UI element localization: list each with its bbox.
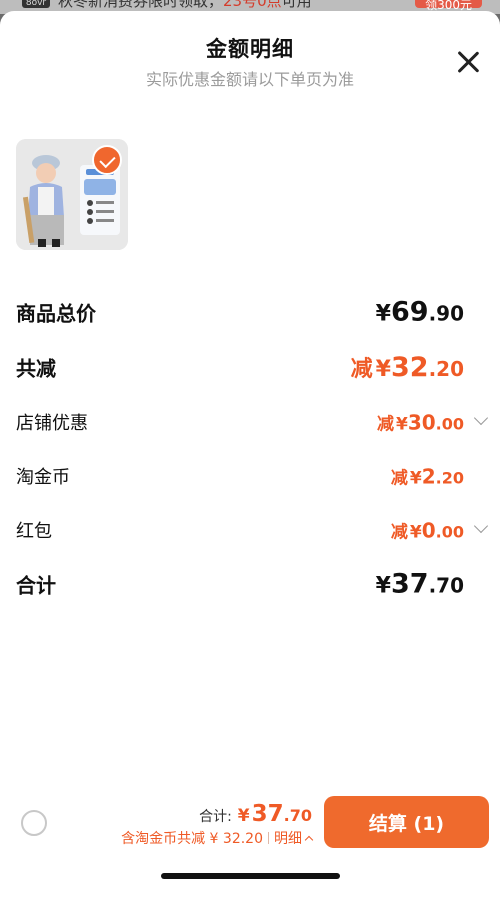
sheet-subtitle: 实际优惠金额请以下单页为准 bbox=[145, 70, 354, 89]
total-discount-label: 共减 bbox=[16, 356, 56, 381]
row-shop-discount[interactable]: 店铺优惠 减 ¥30.00 bbox=[16, 402, 489, 442]
red-packet-amount: 减 ¥0.00 bbox=[390, 518, 464, 543]
goods-total-amount: ¥69.90 bbox=[375, 296, 464, 328]
coins-label: 淘金币 bbox=[16, 467, 70, 488]
select-all-radio[interactable] bbox=[21, 810, 47, 836]
amount-detail-sheet: 金额明细 实际优惠金额请以下单页为准 商品总价 ¥ 69 .90 共减 减 ¥ … bbox=[0, 11, 500, 900]
detail-link[interactable]: 明细 bbox=[274, 828, 302, 848]
chevron-down-icon[interactable] bbox=[473, 410, 489, 426]
row-goods-total: 商品总价 ¥69.90 bbox=[16, 292, 464, 332]
shop-discount-amount: 减 ¥30.00 bbox=[376, 410, 464, 435]
banner-text: 秋冬新消费券限时领取，23号0点可用 bbox=[58, 0, 312, 10]
red-packet-label: 红包 bbox=[16, 521, 52, 542]
row-red-packet[interactable]: 红包 减 ¥0.00 bbox=[16, 510, 489, 550]
row-sum: 合计 ¥37.70 bbox=[16, 564, 464, 604]
chevron-down-icon[interactable] bbox=[473, 518, 489, 534]
selected-check-icon[interactable] bbox=[92, 145, 122, 175]
divider bbox=[268, 832, 269, 844]
sum-amount: ¥37.70 bbox=[375, 568, 464, 600]
sum-label: 合计 bbox=[16, 573, 56, 598]
coins-amount: 减 ¥2.20 bbox=[390, 464, 464, 489]
row-total-discount: 共减 减 ¥32.20 bbox=[16, 347, 464, 387]
checkout-button[interactable]: 结算 (1) bbox=[324, 796, 489, 848]
row-coins: 淘金币 减 ¥2.20 bbox=[16, 456, 464, 496]
sheet-title: 金额明细 bbox=[206, 37, 294, 61]
product-thumbnail[interactable] bbox=[16, 139, 128, 250]
goods-total-label: 商品总价 bbox=[16, 301, 96, 326]
shop-discount-label: 店铺优惠 bbox=[16, 413, 88, 434]
chevron-up-icon[interactable] bbox=[304, 835, 314, 845]
banner-tag: 8ovr bbox=[22, 0, 50, 8]
footer-discount-summary: 含淘金币共减 ¥ 32.20 明细 bbox=[121, 828, 314, 848]
total-discount-amount: 减 ¥32.20 bbox=[350, 352, 464, 383]
footer-total: 合计: ¥ 37 .70 bbox=[199, 801, 312, 827]
home-indicator[interactable] bbox=[161, 873, 340, 879]
close-icon[interactable] bbox=[456, 50, 480, 74]
banner-coupon-pill[interactable]: 领300元 bbox=[415, 0, 482, 12]
footer-discount-text: 含淘金币共减 ¥ 32.20 bbox=[121, 831, 263, 847]
